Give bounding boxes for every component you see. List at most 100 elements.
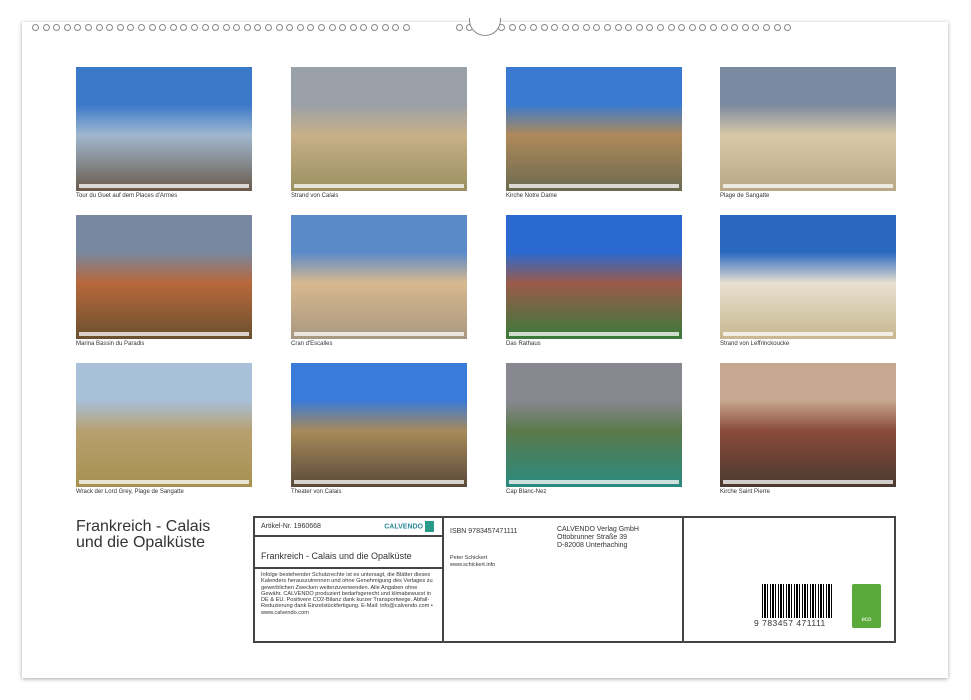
photo-caption: Das Rathaus <box>506 341 541 347</box>
photo <box>720 363 896 487</box>
binding-hole <box>763 24 770 31</box>
photo <box>506 67 682 191</box>
binding-hole <box>286 24 293 31</box>
photo-caption: Kirche Saint Pierre <box>720 489 770 495</box>
binding-hole <box>74 24 81 31</box>
binding-hole <box>519 24 526 31</box>
barcode-number: 9 783457 471111 <box>754 618 838 628</box>
binding-hole <box>678 24 685 31</box>
binding-hole <box>562 24 569 31</box>
calvendo-logo: CALVENDO <box>384 521 434 532</box>
binding-hole <box>329 24 336 31</box>
binding-hole <box>191 24 198 31</box>
mini-calendar-strip <box>723 184 893 188</box>
binding-hole <box>297 24 304 31</box>
binding-hole <box>456 24 463 31</box>
photo-caption: Marina Bassin du Paradis <box>76 341 144 347</box>
binding-hole <box>350 24 357 31</box>
article-number: Artikel-Nr. 1960668 <box>261 523 321 530</box>
binding-hole <box>392 24 399 31</box>
binding-hole <box>710 24 717 31</box>
binding-hole <box>265 24 272 31</box>
photo-caption: Strand von Leffrinckoucke <box>720 341 789 347</box>
binding-hole <box>509 24 516 31</box>
binding-hole <box>583 24 590 31</box>
binding-hole <box>212 24 219 31</box>
photo-caption: Cap Blanc-Nez <box>506 489 546 495</box>
mini-calendar-strip <box>509 184 679 188</box>
mini-calendar-strip <box>723 480 893 484</box>
mini-calendar-strip <box>509 332 679 336</box>
binding-hole <box>615 24 622 31</box>
binding-hole <box>360 24 367 31</box>
binding-hole <box>382 24 389 31</box>
binding-hole <box>43 24 50 31</box>
mini-calendar-strip <box>509 480 679 484</box>
photo <box>76 215 252 339</box>
binding-hole <box>371 24 378 31</box>
book-title: Frankreich - Calais und die Opalküste <box>255 537 442 569</box>
isbn: ISBN 9783457471111 <box>450 528 517 535</box>
binding-hole <box>604 24 611 31</box>
binding-hole <box>668 24 675 31</box>
binding-hole <box>636 24 643 31</box>
binding-hole <box>731 24 738 31</box>
mini-calendar-strip <box>723 332 893 336</box>
binding-hole <box>96 24 103 31</box>
publisher-address: CALVENDO Verlag GmbHOttobrunner Straße 3… <box>557 526 639 550</box>
binding-hole <box>85 24 92 31</box>
photo-caption: Strand von Calais <box>291 193 338 199</box>
binding-hole <box>149 24 156 31</box>
binding-hole <box>339 24 346 31</box>
binding-hole <box>646 24 653 31</box>
info-column-2: ISBN 9783457471111 CALVENDO Verlag GmbHO… <box>444 518 684 641</box>
barcode <box>762 584 832 622</box>
photo-caption: Wrack der Lord Grey, Plage de Sangatte <box>76 489 184 495</box>
binding-hole <box>180 24 187 31</box>
binding-hole <box>117 24 124 31</box>
binding-hole <box>689 24 696 31</box>
info-column-1: Artikel-Nr. 1960668 CALVENDO Frankreich … <box>255 518 444 641</box>
mini-calendar-strip <box>294 332 464 336</box>
binding-hole <box>53 24 60 31</box>
binding-hole <box>170 24 177 31</box>
photo-caption: Theater von Calais <box>291 489 341 495</box>
logo-icon <box>425 521 434 532</box>
photo <box>506 215 682 339</box>
binding-hole <box>403 24 410 31</box>
photo <box>291 215 467 339</box>
binding-hole <box>159 24 166 31</box>
binding-hole <box>784 24 791 31</box>
binding-hole <box>742 24 749 31</box>
binding-hole <box>318 24 325 31</box>
photo-caption: Plage de Sangatte <box>720 193 769 199</box>
binding-hole <box>625 24 632 31</box>
mini-calendar-strip <box>79 480 249 484</box>
photo <box>76 363 252 487</box>
title-line-1: Frankreich - Calais <box>76 519 210 535</box>
author-info: Peter Schickert www.schickert.info <box>450 555 495 568</box>
binding-hole <box>774 24 781 31</box>
photo <box>291 363 467 487</box>
binding-hole <box>551 24 558 31</box>
binding-hole <box>541 24 548 31</box>
binding-hole <box>721 24 728 31</box>
binding-hole <box>233 24 240 31</box>
binding-hole <box>138 24 145 31</box>
binding-hole <box>307 24 314 31</box>
binding-hole <box>64 24 71 31</box>
binding-hole <box>657 24 664 31</box>
binding-hole <box>530 24 537 31</box>
binding-hole <box>593 24 600 31</box>
binding-hole <box>752 24 759 31</box>
binding-hole <box>106 24 113 31</box>
binding-hole <box>223 24 230 31</box>
mini-calendar-strip <box>294 184 464 188</box>
photo-caption: Tour du Guet auf dem Places d'Armes <box>76 193 177 199</box>
info-box: Artikel-Nr. 1960668 CALVENDO Frankreich … <box>253 516 896 643</box>
photo-caption: Kirche Notre Dame <box>506 193 557 199</box>
photo <box>76 67 252 191</box>
mini-calendar-strip <box>79 332 249 336</box>
binding-hole <box>276 24 283 31</box>
author-website: www.schickert.info <box>450 562 495 569</box>
